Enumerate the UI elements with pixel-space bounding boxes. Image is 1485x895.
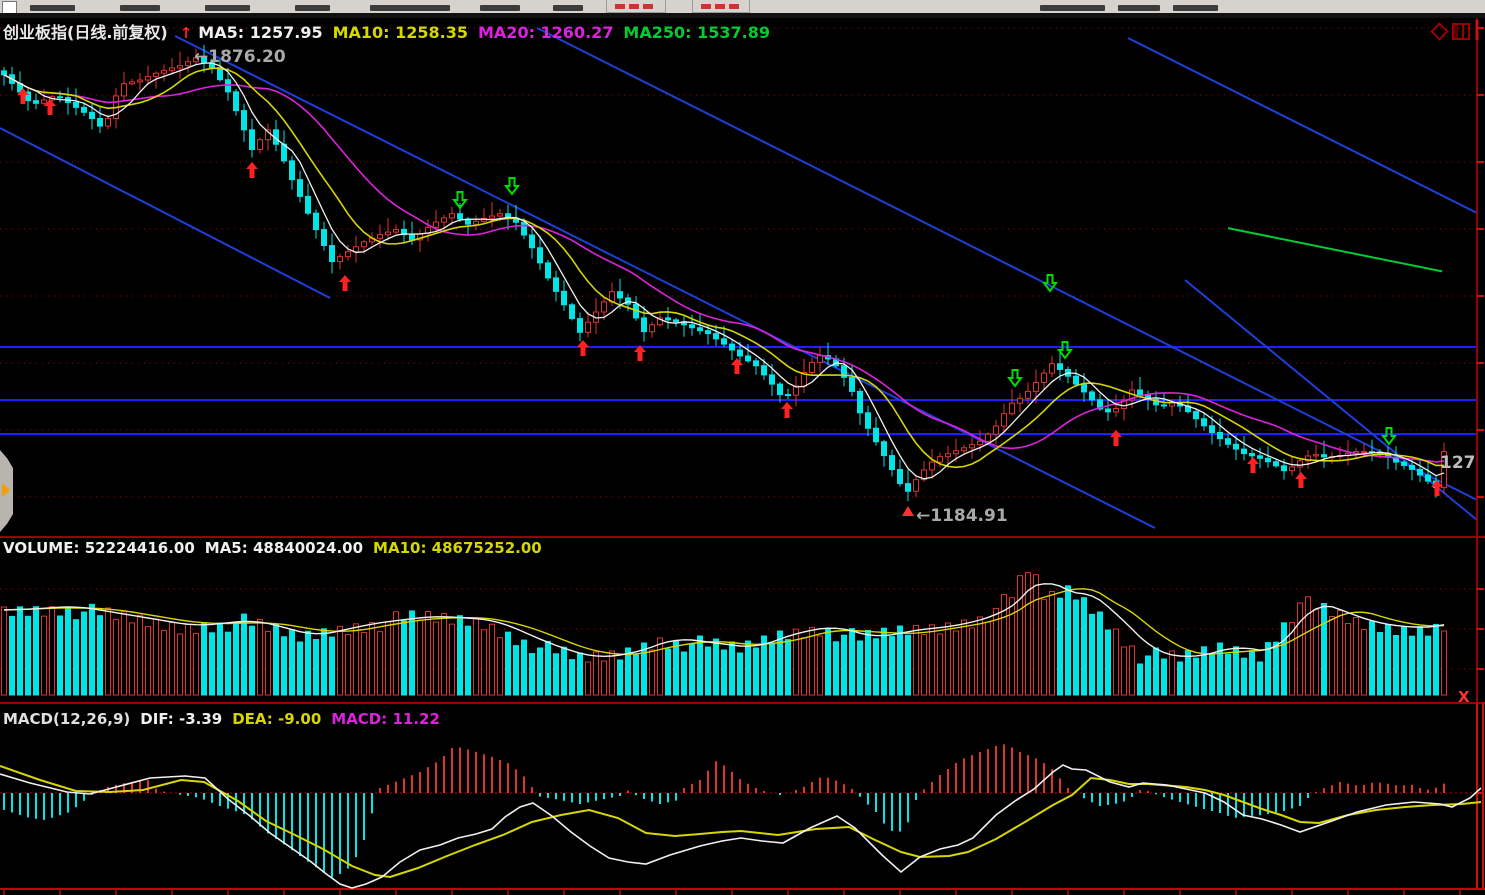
ma20-value: MA20: 1260.27	[478, 23, 613, 42]
dif-value: DIF: -3.39	[140, 710, 222, 728]
trading-app-window: 创业板指(日线.前复权) ↑ MA5: 1257.95 MA10: 1258.35 MA…	[0, 0, 1485, 895]
macd-value: MACD: 11.22	[331, 710, 440, 728]
low-price-annotation: ←1184.91	[916, 506, 1008, 526]
main-chart-header: 创业板指(日线.前复权) ↑ MA5: 1257.95 MA10: 1258.35 MA…	[3, 19, 780, 43]
instrument-title: 创业板指(日线.前复权)	[3, 23, 168, 42]
peak-price-annotation: ←1876.20	[194, 47, 286, 67]
macd-header: MACD(12,26,9) DIF: -3.39 DEA: -9.00 MACD: 1…	[3, 710, 450, 728]
up-arrow-icon: ↑	[180, 24, 193, 42]
ma10-value: MA10: 1258.35	[333, 23, 468, 42]
expand-arrow-icon	[2, 483, 10, 497]
close-panel-button[interactable]: X	[1458, 688, 1470, 706]
split-window-icon[interactable]	[1452, 23, 1470, 40]
volume-ma5-value: MA5: 48840024.00	[205, 539, 363, 557]
ma250-value: MA250: 1537.89	[623, 23, 770, 42]
latest-price-label: 127	[1440, 453, 1476, 473]
volume-value: VOLUME: 52224416.00	[3, 539, 195, 557]
macd-name: MACD(12,26,9)	[3, 710, 130, 728]
volume-ma10-value: MA10: 48675252.00	[373, 539, 542, 557]
candlestick-chart-canvas[interactable]	[0, 0, 1485, 895]
volume-header: VOLUME: 52224416.00 MA5: 48840024.00 MA10:…	[3, 539, 552, 557]
ma5-value: MA5: 1257.95	[198, 23, 322, 42]
dea-value: DEA: -9.00	[232, 710, 321, 728]
